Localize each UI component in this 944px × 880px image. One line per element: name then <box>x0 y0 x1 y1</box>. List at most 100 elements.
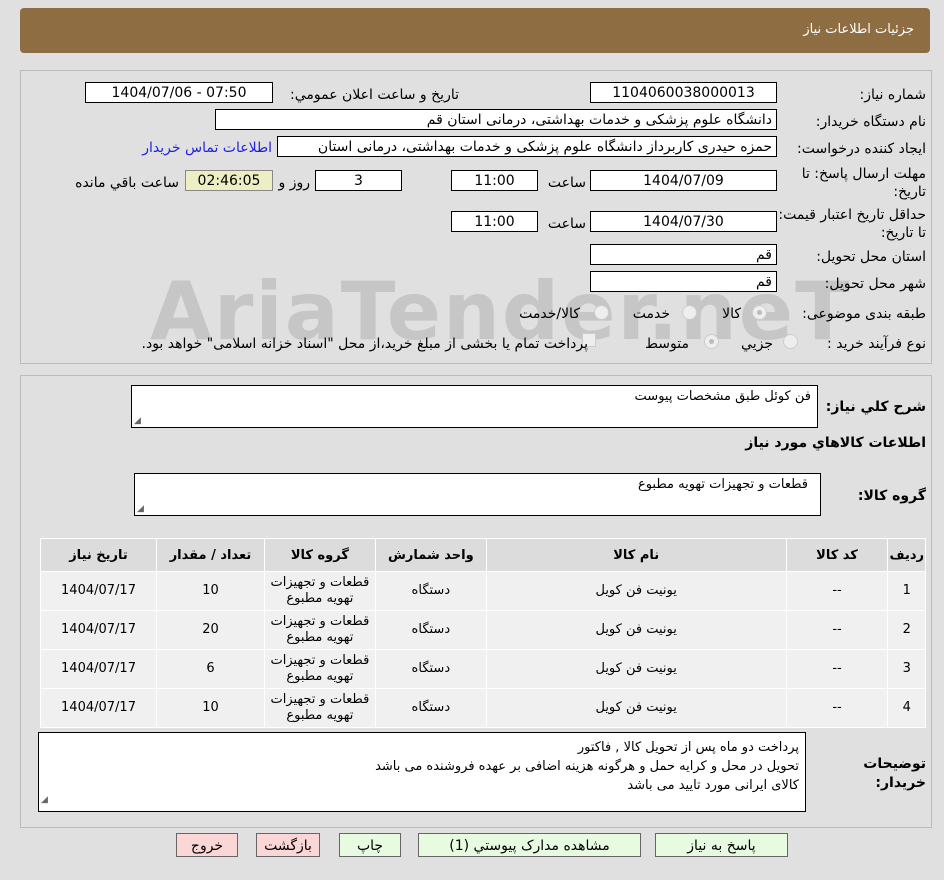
table-cell: 2 <box>887 610 926 650</box>
creator-label: ایجاد کننده درخواست: <box>797 141 926 157</box>
table-cell: 3 <box>887 649 926 689</box>
column-header: تعداد / مقدار <box>156 538 265 572</box>
days-field: 3 <box>315 170 402 191</box>
days-label: روز و <box>278 175 311 191</box>
table-cell: 1404/07/17 <box>40 571 157 611</box>
group-label: گروه کالا: <box>857 488 926 504</box>
attachments-button[interactable]: مشاهده مدارک پیوستي (1) <box>418 833 641 857</box>
buyer-org-field: دانشگاه علوم پزشکی و خدمات بهداشتی، درما… <box>215 109 777 130</box>
table-row: 3 -- یونیت فن کویل دستگاه قطعات و تجهیزات ته… <box>40 649 926 689</box>
table-cell: دستگاه <box>374 688 487 728</box>
table-cell: یونیت فن کویل <box>485 688 787 728</box>
remaining-label: ساعت باقي مانده <box>75 175 179 191</box>
process-minor-label: جزيي <box>741 336 773 352</box>
table-cell: دستگاه <box>374 649 487 689</box>
exit-button[interactable]: خروج <box>176 833 238 857</box>
print-button[interactable]: چاپ <box>339 833 401 857</box>
page-header: جزئیات اطلاعات نیاز <box>20 8 930 53</box>
table-cell: یونیت فن کویل <box>485 610 787 650</box>
category-radio-service[interactable] <box>682 305 697 320</box>
table-cell: قطعات و تجهیزات تهویه مطبوع <box>263 688 376 728</box>
column-header: کد کالا <box>785 538 889 572</box>
notes-label: توضیحات خریدار: <box>863 756 926 791</box>
announce-label: تاریخ و ساعت اعلان عمومي: <box>290 87 459 103</box>
table-row: 1 -- یونیت فن کویل دستگاه قطعات و تجهیزات ته… <box>40 571 926 611</box>
notes-textarea[interactable]: پرداخت دو ماه پس از تحویل کالا , فاکتور … <box>38 732 806 812</box>
table-cell: 20 <box>156 610 265 650</box>
table-cell: دستگاه <box>374 571 487 611</box>
category-both-label: کالا/خدمت <box>519 306 580 322</box>
page-title: جزئیات اطلاعات نیاز <box>803 22 914 37</box>
summary-text: فن کوئل طبق مشخصات پیوست <box>634 389 811 404</box>
table-cell: 1404/07/17 <box>40 610 157 650</box>
summary-label: شرح کلي نیاز: <box>825 399 926 415</box>
process-radio-medium[interactable] <box>704 334 719 349</box>
table-cell: 10 <box>156 571 265 611</box>
creator-field: حمزه حیدری کاربرداز دانشگاه علوم پزشکی و… <box>277 136 777 157</box>
need-number-field: 1104060038000013 <box>590 82 777 103</box>
column-header: گروه کالا <box>263 538 376 572</box>
buyer-contact-link[interactable]: اطلاعات تماس خریدار <box>142 140 272 156</box>
validity-date-field: 1404/07/30 <box>590 211 777 232</box>
column-header: ردیف <box>887 538 926 572</box>
validity-time-label: ساعت <box>547 216 586 232</box>
table-cell: یونیت فن کویل <box>485 571 787 611</box>
goods-info-title: اطلاعات کالاهاي مورد نیاز <box>745 435 926 451</box>
table-cell: قطعات و تجهیزات تهویه مطبوع <box>263 571 376 611</box>
process-radio-minor[interactable] <box>783 334 798 349</box>
category-goods-label: کالا <box>722 306 741 322</box>
category-radio-both[interactable] <box>594 305 609 320</box>
table-cell: 1 <box>887 571 926 611</box>
treasury-payment-note: پرداخت تمام یا بخشی از مبلغ خرید،از محل … <box>141 336 588 352</box>
process-medium-label: متوسط <box>645 336 689 352</box>
resize-grip-icon: ◢ <box>41 795 48 805</box>
process-label: نوع فرآیند خرید : <box>827 336 926 352</box>
notes-line: تحویل در محل و کرایه حمل و هرگونه هزینه … <box>375 759 799 774</box>
table-cell: 1404/07/17 <box>40 688 157 728</box>
group-text: قطعات و تجهیزات تهویه مطبوع <box>637 477 808 492</box>
deadline-label: مهلت ارسال پاسخ: تا تاریخ: <box>801 166 926 200</box>
goods-table: ردیف کد کالا نام کالا واحد شمارش گروه کا… <box>40 538 926 728</box>
table-cell: قطعات و تجهیزات تهویه مطبوع <box>263 610 376 650</box>
table-cell: دستگاه <box>374 610 487 650</box>
category-service-label: خدمت <box>632 306 670 322</box>
back-button[interactable]: بازگشت <box>256 833 320 857</box>
summary-textarea[interactable]: فن کوئل طبق مشخصات پیوست ◢ <box>131 385 818 428</box>
table-cell: 10 <box>156 688 265 728</box>
table-row: 4 -- یونیت فن کویل دستگاه قطعات و تجهیزات ته… <box>40 688 926 728</box>
column-header: تاریخ نیاز <box>40 538 157 572</box>
province-field: قم <box>590 244 777 265</box>
resize-grip-icon: ◢ <box>137 504 144 514</box>
deadline-date-field: 1404/07/09 <box>590 170 777 191</box>
table-cell: -- <box>785 610 889 650</box>
column-header: نام کالا <box>485 538 787 572</box>
column-header: واحد شمارش <box>374 538 487 572</box>
table-cell: 1404/07/17 <box>40 649 157 689</box>
validity-label: حداقل تاریخ اعتبار قیمت: تا تاریخ: <box>778 207 926 241</box>
table-cell: -- <box>785 649 889 689</box>
announce-field: 1404/07/06 - 07:50 <box>85 82 273 103</box>
resize-grip-icon: ◢ <box>134 416 141 426</box>
deadline-time-field: 11:00 <box>451 170 538 191</box>
need-number-label: شماره نیاز: <box>859 87 927 103</box>
buyer-org-label: نام دستگاه خریدار: <box>815 114 926 130</box>
table-cell: یونیت فن کویل <box>485 649 787 689</box>
group-textarea[interactable]: قطعات و تجهیزات تهویه مطبوع ◢ <box>134 473 821 516</box>
deadline-time-label: ساعت <box>547 175 586 191</box>
notes-line: پرداخت دو ماه پس از تحویل کالا , فاکتور <box>577 740 799 755</box>
province-label: استان محل تحویل: <box>816 249 926 265</box>
remaining-time-field: 02:46:05 <box>185 170 273 191</box>
category-radio-goods[interactable] <box>752 305 767 320</box>
table-cell: 4 <box>887 688 926 728</box>
table-cell: -- <box>785 688 889 728</box>
city-label: شهر محل تحویل: <box>824 276 926 292</box>
table-row: 2 -- یونیت فن کویل دستگاه قطعات و تجهیزات ته… <box>40 610 926 650</box>
table-cell: -- <box>785 571 889 611</box>
category-label: طبقه بندی موضوعی: <box>802 306 926 322</box>
notes-line: کالای ایرانی مورد تایید می باشد <box>627 778 799 793</box>
reply-button[interactable]: پاسخ به نیاز <box>655 833 788 857</box>
city-field: قم <box>590 271 777 292</box>
table-cell: 6 <box>156 649 265 689</box>
table-cell: قطعات و تجهیزات تهویه مطبوع <box>263 649 376 689</box>
validity-time-field: 11:00 <box>451 211 538 232</box>
